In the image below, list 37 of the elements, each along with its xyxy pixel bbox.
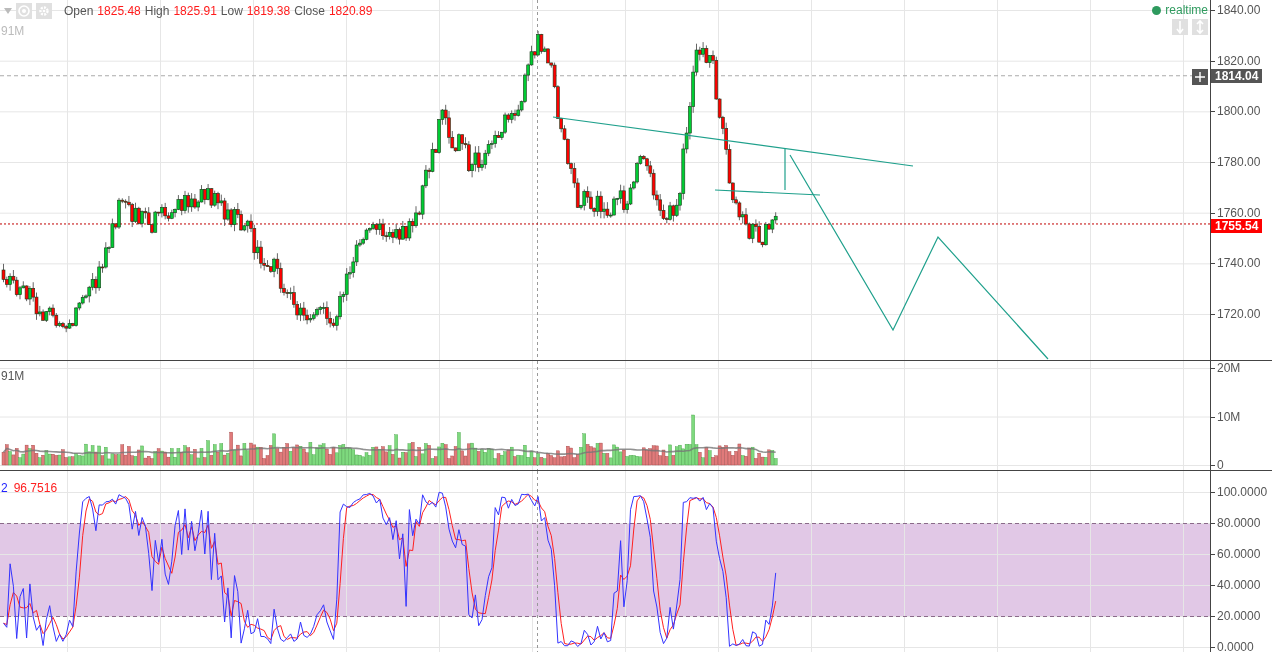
axis-label: 10M [1217,410,1241,423]
legend-value: 1825.91 [173,4,217,18]
axis-label: 20M [1217,362,1241,374]
legend-value: 1825.48 [97,4,141,18]
axis-label: 1800.00 [1217,105,1261,118]
axis-label: 20.0000 [1217,610,1261,622]
axis-label: 1780.00 [1217,156,1261,168]
status-dot [1152,5,1162,15]
axis-label: 100.0000 [1217,486,1268,498]
crosshair-price-badge: 1814.04 [1211,68,1263,83]
eye-icon[interactable] [16,3,32,19]
legend-label: Open [64,4,94,18]
legend-label: Low [220,4,243,18]
legend-label: Close [294,4,325,18]
axis-label: 1740.00 [1217,257,1261,270]
legend-label: High [144,4,170,18]
last-price-badge: 1755.54 [1211,218,1263,233]
settings-icon[interactable] [36,3,52,19]
axis-label: 0 [1217,459,1224,471]
axis-label: 0.0000 [1217,641,1254,652]
axis-label: 1840.00 [1217,4,1261,16]
realtime-label: realtime [1165,3,1208,17]
indicator-value: 2 [1,481,8,495]
volume-label: 91M [1,24,25,38]
collapse-arrow-icon[interactable] [4,8,12,14]
indicator-value: 96.7516 [13,481,58,495]
axis-label: 1720.00 [1217,308,1261,320]
legend-value: 1820.89 [328,4,373,18]
vertical-arrows-icon[interactable] [1192,19,1208,35]
axis-label: 1760.00 [1217,206,1261,219]
axis-label: 80.0000 [1217,517,1261,529]
axis-label: 1820.00 [1217,54,1261,67]
plus-icon[interactable] [1192,68,1208,85]
legend-value: 1819.38 [246,4,291,18]
axis-label: 40.0000 [1217,579,1261,591]
axis-label: 60.0000 [1217,548,1261,560]
volume-label: 91M [1,369,25,383]
